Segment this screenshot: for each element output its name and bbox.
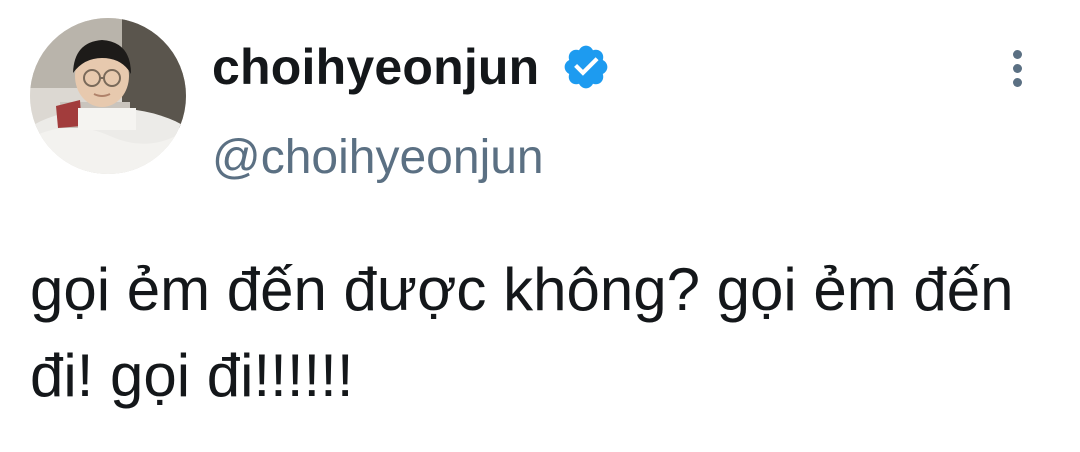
more-dot: [1012, 49, 1022, 59]
display-name[interactable]: choihyeonjun: [212, 36, 539, 98]
tweet-text: gọi ẻm đến được không? gọi ẻm đến đi! gọ…: [30, 256, 1014, 409]
user-handle[interactable]: @choihyeonjun: [212, 128, 544, 188]
more-dot: [1012, 77, 1022, 87]
more-dot: [1012, 63, 1022, 73]
name-row: choihyeonjun: [212, 36, 611, 98]
verified-badge-icon: [561, 42, 611, 92]
avatar-image: [30, 18, 186, 174]
avatar[interactable]: [30, 18, 186, 174]
more-vertical-icon[interactable]: [1000, 44, 1034, 92]
tweet-card[interactable]: choihyeonjun @choihyeonjun gọi ẻm đến đư…: [0, 0, 1080, 452]
